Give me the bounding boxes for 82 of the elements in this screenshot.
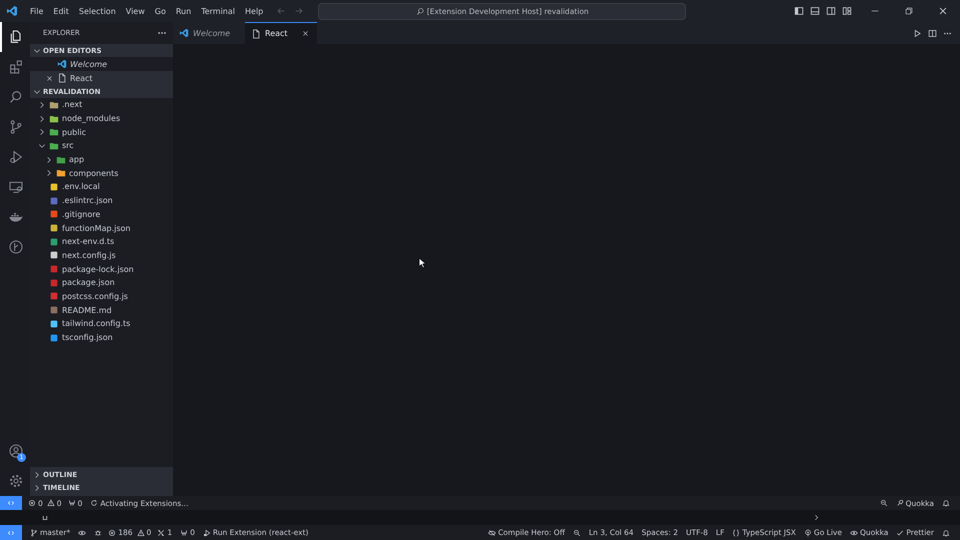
extensions-icon xyxy=(8,59,24,75)
remote-icon xyxy=(7,528,15,536)
explorer-entry[interactable]: .env.local xyxy=(30,180,173,194)
account-icon[interactable] xyxy=(8,443,24,459)
toggle-sidebar-icon[interactable] xyxy=(794,6,804,16)
zoom-out-icon[interactable] xyxy=(572,528,581,536)
run-icon xyxy=(202,528,211,536)
menu-item[interactable]: Terminal xyxy=(196,6,240,16)
braces-icon xyxy=(732,528,740,536)
monitor-icon xyxy=(8,179,24,195)
toggle-panel-icon[interactable] xyxy=(810,6,820,16)
menu-item[interactable]: Help xyxy=(240,6,268,16)
explorer-entry[interactable]: .eslintrc.json xyxy=(30,194,173,208)
antenna-icon xyxy=(68,499,76,507)
explorer-entry[interactable]: next-env.d.ts xyxy=(30,234,173,249)
error-icon xyxy=(28,499,36,507)
settings-icon[interactable] xyxy=(8,473,24,489)
explorer-folder[interactable]: src xyxy=(30,139,173,153)
git-graph-icon xyxy=(8,239,24,255)
explorer-entry[interactable]: tsconfig.json xyxy=(30,330,173,344)
close-icon[interactable] xyxy=(938,6,948,16)
explorer-entry[interactable]: functionMap.json xyxy=(30,221,173,235)
run-icon[interactable] xyxy=(913,28,922,38)
remote-icon xyxy=(7,499,15,507)
explorer-entry[interactable]: package.json xyxy=(30,276,173,290)
menu-item[interactable]: Run xyxy=(170,6,196,16)
explorer-folder[interactable]: app xyxy=(30,152,173,166)
close-icon[interactable] xyxy=(46,74,53,82)
editor-tab[interactable]: React xyxy=(245,22,317,44)
open-editor-item[interactable]: React xyxy=(30,71,173,85)
forward-arrow-icon[interactable] xyxy=(294,6,304,16)
bell-icon[interactable] xyxy=(942,499,950,507)
warning-icon xyxy=(136,528,145,536)
explorer-folder[interactable]: node_modules xyxy=(30,112,173,126)
explorer-folder[interactable]: .next xyxy=(30,98,173,112)
file-icon xyxy=(251,28,261,38)
eye-slash-icon xyxy=(488,528,496,536)
explorer-entry[interactable]: README.md xyxy=(30,303,173,317)
vscode-logo-icon xyxy=(179,28,189,38)
vscode-logo-icon xyxy=(57,59,67,69)
open-editor-item[interactable]: Welcome xyxy=(30,57,173,71)
explorer-entry[interactable]: postcss.config.js xyxy=(30,290,173,304)
toggle-secondary-sidebar-icon[interactable] xyxy=(826,6,836,16)
explorer-entry[interactable]: package-lock.json xyxy=(30,262,173,276)
file-icon xyxy=(57,73,67,83)
chevron-right-icon[interactable] xyxy=(813,514,820,521)
broadcast-icon xyxy=(804,528,812,536)
search-icon xyxy=(8,89,24,105)
branch-icon xyxy=(30,528,38,536)
tools-icon xyxy=(157,528,166,536)
warning-icon xyxy=(46,499,55,507)
search-icon xyxy=(416,6,425,16)
eye-icon xyxy=(850,528,858,536)
menu-item[interactable]: File xyxy=(25,6,48,16)
cursor-icon xyxy=(42,514,48,520)
back-arrow-icon[interactable] xyxy=(276,6,286,16)
error-icon xyxy=(108,528,116,536)
eye-icon[interactable] xyxy=(78,528,86,536)
explorer-folder[interactable]: public xyxy=(30,125,173,140)
menu-item[interactable]: Go xyxy=(150,6,171,16)
sync-icon xyxy=(90,499,98,507)
customize-layout-icon[interactable] xyxy=(842,6,852,16)
bug-icon[interactable] xyxy=(94,528,102,536)
explorer-entry[interactable]: tailwind.config.ts xyxy=(30,317,173,331)
close-icon[interactable] xyxy=(302,30,309,37)
menu-item[interactable]: Edit xyxy=(48,6,74,16)
restore-icon[interactable] xyxy=(904,6,914,16)
bell-icon[interactable] xyxy=(942,528,950,536)
menu-item[interactable]: View xyxy=(120,6,150,16)
check-icon xyxy=(896,528,904,536)
app-logo-icon xyxy=(6,5,18,17)
wand-icon xyxy=(896,499,904,507)
source-control-icon xyxy=(8,119,24,135)
mouse-pointer-icon xyxy=(418,256,428,270)
explorer-entry[interactable]: next.config.js xyxy=(30,248,173,262)
explorer-entry[interactable]: .gitignore xyxy=(30,208,173,222)
explorer-folder[interactable]: components xyxy=(30,166,173,180)
split-editor-icon[interactable] xyxy=(928,28,937,38)
zoom-out-icon[interactable] xyxy=(880,499,888,507)
run-debug-icon xyxy=(8,149,24,165)
antenna-icon xyxy=(180,528,188,536)
menu-item[interactable]: Selection xyxy=(74,6,121,16)
